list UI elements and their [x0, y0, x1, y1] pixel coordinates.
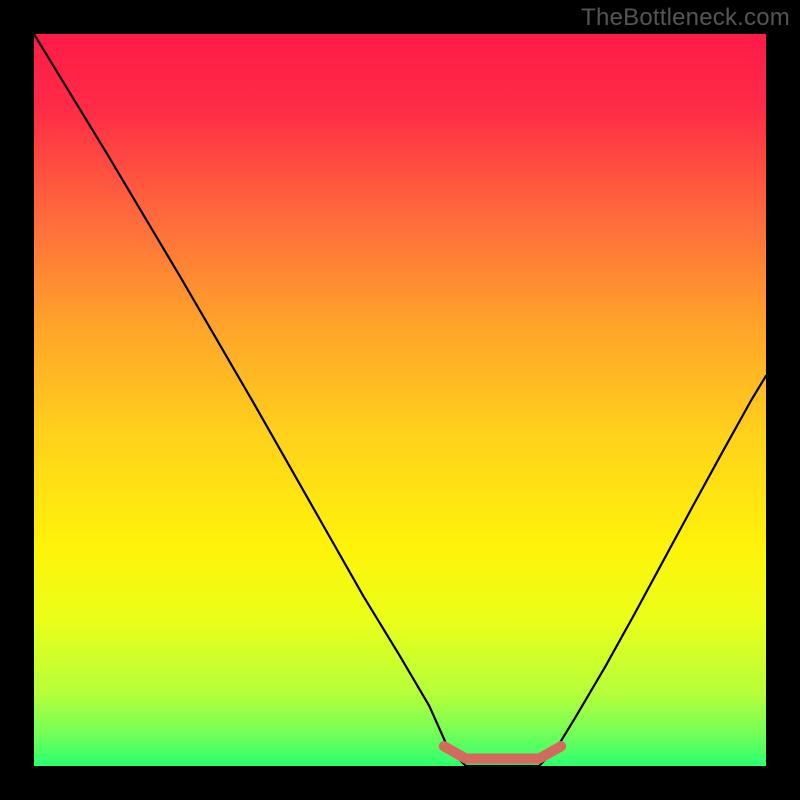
chart-svg — [34, 34, 766, 766]
watermark-text: TheBottleneck.com — [581, 4, 790, 32]
chart-frame: TheBottleneck.com — [0, 0, 800, 800]
plot-area — [34, 34, 766, 766]
